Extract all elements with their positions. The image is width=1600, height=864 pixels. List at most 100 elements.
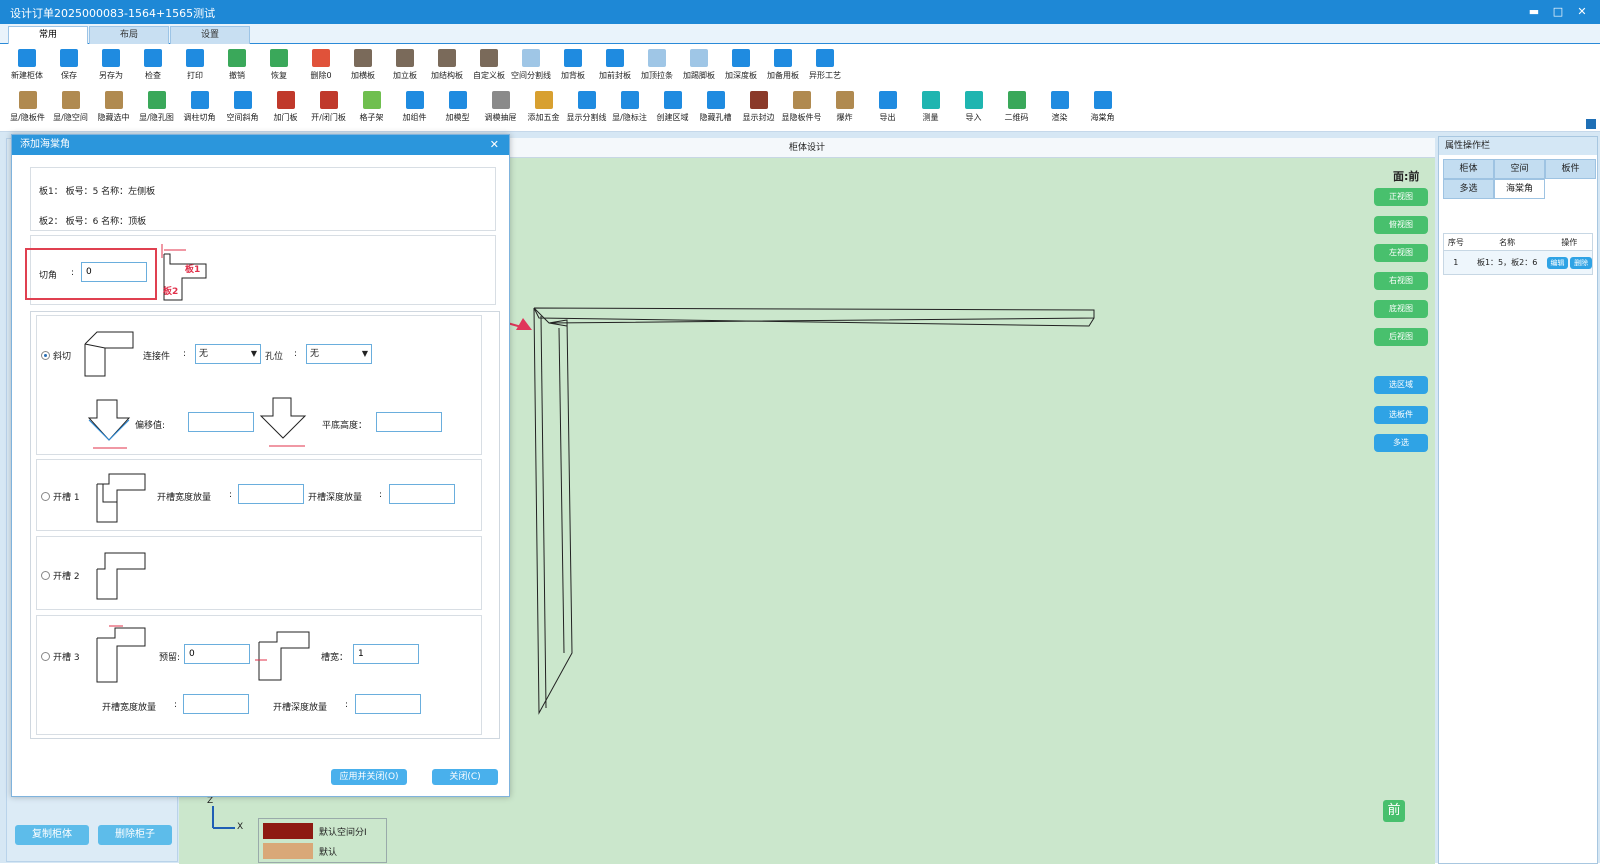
toolbar-button-special-shape[interactable]: 异形工艺	[804, 44, 846, 86]
toolbar-button-save[interactable]: 保存	[48, 44, 90, 86]
toolbar-button-new-cabinet[interactable]: 新建柜体	[6, 44, 48, 86]
flat-height-input[interactable]	[376, 412, 442, 432]
toolbar-button-depth-board[interactable]: 加深度板	[720, 44, 762, 86]
close-button[interactable]: 关闭(C)	[432, 769, 498, 785]
table-row[interactable]: 1 板1：5，板2：6 编辑 删除	[1443, 251, 1593, 275]
connector-select[interactable]: 无 ▼	[195, 344, 261, 364]
toolbar-button-front-seal[interactable]: 加前封板	[594, 44, 636, 86]
multi-select-button[interactable]: 多选	[1374, 434, 1428, 452]
front-view-badge[interactable]: 前	[1383, 800, 1405, 822]
offset-input[interactable]	[188, 412, 254, 432]
tab-board[interactable]: 板件	[1545, 159, 1596, 179]
tab-space[interactable]: 空间	[1494, 159, 1545, 179]
slot3-depth-input[interactable]	[355, 694, 421, 714]
tab-begonia-corner[interactable]: 海棠角	[1494, 179, 1545, 199]
select-area-button[interactable]: 选区域	[1374, 376, 1428, 394]
top-view-button[interactable]: 俯视图	[1374, 216, 1428, 234]
cut-angle-input[interactable]	[81, 262, 147, 282]
toolbar-button-kickboard[interactable]: 加踢脚板	[678, 44, 720, 86]
toolbar-button-export[interactable]: 导出	[866, 86, 909, 128]
toolbar-button-add-component[interactable]: 加组件	[393, 86, 436, 128]
toolbar-button-spare-board[interactable]: 加备用板	[762, 44, 804, 86]
slot2-radio[interactable]	[41, 571, 50, 580]
close-window-button[interactable]: ✕	[1572, 3, 1592, 21]
miter-radio[interactable]	[41, 351, 50, 360]
grid-menu-icon[interactable]	[1586, 119, 1596, 129]
toolbar-button-top-strip[interactable]: 加顶拉条	[636, 44, 678, 86]
edit-button[interactable]: 编辑	[1546, 256, 1569, 269]
delete-cabinet-button[interactable]: 删除柜子	[98, 825, 172, 845]
toolbar-label: 检查	[145, 71, 161, 80]
toolbar-button-hide-slot[interactable]: 隐藏孔槽	[694, 86, 737, 128]
left-view-button[interactable]: 左视图	[1374, 244, 1428, 262]
hole-select[interactable]: 无 ▼	[306, 344, 372, 364]
apply-close-button[interactable]: 应用并关闭(O)	[331, 769, 407, 785]
dialog-close-icon[interactable]: ✕	[490, 135, 499, 155]
toolbar-button-toggle-holes[interactable]: 显/隐孔图	[135, 86, 178, 128]
back-view-button[interactable]: 后视图	[1374, 328, 1428, 346]
front-view-button[interactable]: 正视图	[1374, 188, 1428, 206]
toolbar-button-undo[interactable]: 撤销	[216, 44, 258, 86]
select-board-button[interactable]: 选板件	[1374, 406, 1428, 424]
toolbar-label: 渲染	[1051, 113, 1068, 122]
slot3-radio[interactable]	[41, 652, 50, 661]
tab-cabinet[interactable]: 柜体	[1443, 159, 1494, 179]
toolbar-button-qrcode-cloud[interactable]: 二维码	[995, 86, 1038, 128]
toolbar-button-import[interactable]: 导入	[952, 86, 995, 128]
maximize-button[interactable]: □	[1548, 3, 1568, 21]
toolbar-button-show-edge[interactable]: 显示封边	[737, 86, 780, 128]
toolbar-button-check[interactable]: 检查	[132, 44, 174, 86]
toolbar-button-redo[interactable]: 恢复	[258, 44, 300, 86]
toolbar-button-delete[interactable]: 删除0	[300, 44, 342, 86]
chevron-down-icon: ▼	[250, 349, 257, 358]
toolbar-button-grid-rack[interactable]: 格子架	[350, 86, 393, 128]
toolbar-button-show-split-line[interactable]: 显示分割线	[565, 86, 608, 128]
toolbar-button-save-as[interactable]: 另存为	[90, 44, 132, 86]
toolbar-button-structure-board[interactable]: 加结构板	[426, 44, 468, 86]
toggle-holes-icon	[147, 91, 166, 109]
groove-width-input[interactable]	[353, 644, 419, 664]
toolbar-button-vertical-board[interactable]: 加立板	[384, 44, 426, 86]
toolbar-button-explode[interactable]: 爆炸	[823, 86, 866, 128]
slot2-label: 开槽 2	[53, 572, 80, 582]
toolbar-button-back-board[interactable]: 加背板	[552, 44, 594, 86]
slot1-radio[interactable]	[41, 492, 50, 501]
toolbar-button-horizontal-board[interactable]: 加横板	[342, 44, 384, 86]
tab-layout[interactable]: 布局	[89, 26, 169, 44]
toolbar-button-pillar-cut[interactable]: 调柱切角	[178, 86, 221, 128]
slot1-width-input[interactable]	[238, 484, 304, 504]
toolbar-button-toggle-boards[interactable]: 显/隐板件	[6, 86, 49, 128]
copy-cabinet-button[interactable]: 复制柜体	[15, 825, 89, 845]
toolbar-button-hide-selected[interactable]: 隐藏选中	[92, 86, 135, 128]
slot3-width-input[interactable]	[183, 694, 249, 714]
bottom-view-button[interactable]: 底视图	[1374, 300, 1428, 318]
delete-row-button[interactable]: 删除	[1570, 256, 1592, 269]
tab-settings[interactable]: 设置	[170, 26, 250, 44]
toolbar-button-door-panel[interactable]: 加门板	[264, 86, 307, 128]
tab-multi-select[interactable]: 多选	[1443, 179, 1494, 199]
toolbar-button-toggle-space[interactable]: 显/隐空间	[49, 86, 92, 128]
toolbar-button-board-number[interactable]: 显隐板件号	[780, 86, 823, 128]
toolbar-button-drawer-model[interactable]: 调模抽屉	[479, 86, 522, 128]
toolbar-button-toggle-dimension[interactable]: 显/隐标注	[608, 86, 651, 128]
toolbar-button-hardware[interactable]: 添加五金	[522, 86, 565, 128]
reserve-input[interactable]	[184, 644, 250, 664]
toolbar-button-create-area[interactable]: 创建区域	[651, 86, 694, 128]
table-header: 序号 名称 操作	[1443, 233, 1593, 251]
toolbar-button-space-split[interactable]: 空间分割线	[510, 44, 552, 86]
toolbar-button-render[interactable]: 渲染	[1038, 86, 1081, 128]
toolbar-button-space-bevel[interactable]: 空间斜角	[221, 86, 264, 128]
toolbar-button-begonia-corner[interactable]: 海棠角	[1081, 86, 1124, 128]
toolbar-button-add-model[interactable]: 加模型	[436, 86, 479, 128]
toolbar-button-open-close-door[interactable]: 开/闭门板	[307, 86, 350, 128]
slot1-depth-input[interactable]	[389, 484, 455, 504]
diagram-board1-label: 板1	[185, 265, 201, 275]
minimize-button[interactable]: ▬	[1524, 3, 1544, 21]
right-view-button[interactable]: 右视图	[1374, 272, 1428, 290]
tab-common[interactable]: 常用	[8, 26, 88, 44]
toolbar-button-measure[interactable]: 测量	[909, 86, 952, 128]
toolbar-button-custom-board[interactable]: 自定义板	[468, 44, 510, 86]
toolbar-label: 删除0	[310, 71, 332, 80]
toggle-space-icon	[61, 91, 80, 109]
toolbar-button-print[interactable]: 打印	[174, 44, 216, 86]
